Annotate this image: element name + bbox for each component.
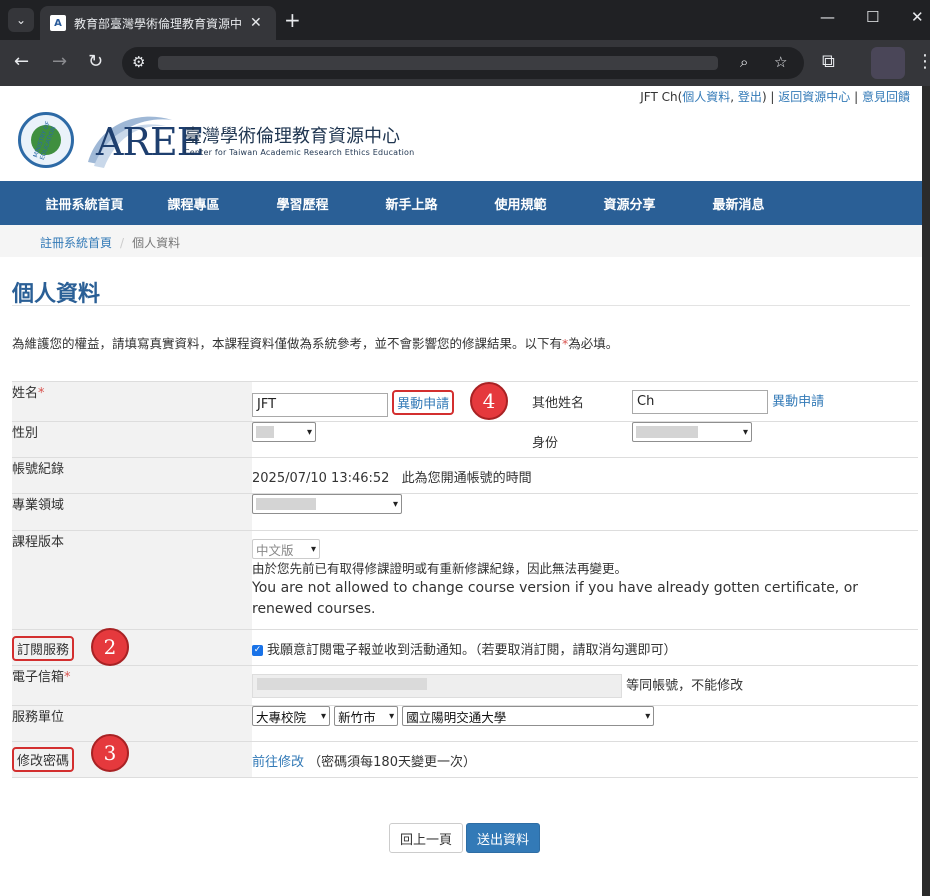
user-name: JFT Ch( xyxy=(640,90,683,104)
browser-toolbar: ← → ↻ ⚙ ⌕ ☆ ⧉ ⋮ xyxy=(0,40,930,86)
account-log-label: 帳號紀錄 xyxy=(12,457,252,494)
breadcrumb-current: 個人資料 xyxy=(132,236,181,250)
identity-select[interactable]: ▾ xyxy=(632,422,752,442)
nav-item-rules[interactable]: 使用規範 xyxy=(466,194,575,213)
url-text xyxy=(158,56,718,70)
new-tab-button[interactable]: + xyxy=(284,8,301,32)
maximize-button[interactable]: ☐ xyxy=(866,8,879,26)
nav-item-news[interactable]: 最新消息 xyxy=(684,194,793,213)
address-bar[interactable]: ⚙ ⌕ ☆ xyxy=(122,47,804,79)
close-window-button[interactable]: ✕ xyxy=(911,8,924,26)
scrollbar[interactable] xyxy=(922,86,930,896)
back-arrow-icon[interactable]: ← xyxy=(14,51,29,72)
email-note: 等同帳號，不能修改 xyxy=(626,678,744,694)
subscribe-label: 訂閱服務 xyxy=(12,636,75,661)
unit-name-select[interactable]: 國立陽明交通大學 ▾ xyxy=(402,706,655,726)
back-button[interactable]: 回上一頁 xyxy=(389,823,463,853)
web-page: JFT Ch(個人資料, 登出) | 返回資源中心 | 意見回饋 MINISTR… xyxy=(0,86,922,896)
course-version-note-en: You are not allowed to change course ver… xyxy=(252,580,859,617)
title-divider xyxy=(12,305,910,306)
close-tab-icon[interactable]: ✕ xyxy=(250,15,262,31)
extensions-icon[interactable]: ⧉ xyxy=(822,51,835,72)
profile-avatar[interactable] xyxy=(871,47,905,79)
gender-select[interactable]: ▾ xyxy=(252,422,316,442)
identity-label: 身份 xyxy=(532,421,632,458)
annotation-badge-2: 2 xyxy=(91,628,129,666)
email-label: 電子信箱* xyxy=(12,665,252,706)
favicon-icon: A xyxy=(50,15,66,31)
course-version-note-zh: 由於您先前已有取得修課證明或有重新修課紀錄，因此無法再變更。 xyxy=(252,561,628,576)
password-note: （密碼須每180天變更一次） xyxy=(308,755,476,770)
chevron-down-icon: ▾ xyxy=(306,426,312,438)
password-label: 修改密碼 xyxy=(12,747,75,772)
breadcrumb-home[interactable]: 註冊系統首頁 xyxy=(40,236,112,250)
reload-icon[interactable]: ↻ xyxy=(88,51,103,72)
nav-item-home[interactable]: 註冊系統首頁 xyxy=(30,194,139,213)
chevron-down-icon: ▾ xyxy=(392,498,398,510)
forward-arrow-icon[interactable]: → xyxy=(52,51,67,72)
nav-item-resources[interactable]: 資源分享 xyxy=(575,194,684,213)
name-label: 姓名* xyxy=(12,381,252,422)
subscribe-text: 我願意訂閱電子報並收到活動通知。（若要取消訂閱，請取消勾選即可） xyxy=(267,643,677,658)
change-request-highlight: 異動申請 xyxy=(392,390,455,415)
chevron-down-icon: ⌄ xyxy=(15,13,27,27)
submit-button[interactable]: 送出資料 xyxy=(466,823,540,853)
user-bar: JFT Ch(個人資料, 登出) | 返回資源中心 | 意見回饋 xyxy=(640,90,910,104)
back-to-resource-link[interactable]: 返回資源中心 xyxy=(778,90,850,104)
intro-text: 為維護您的權益，請填寫真實資料，本課程資料僅做為系統參考，並不會影響您的修課結果… xyxy=(12,336,619,351)
minimize-button[interactable]: — xyxy=(820,8,835,26)
unit-type-select[interactable]: 大專校院 ▾ xyxy=(252,706,330,726)
nav-item-courses[interactable]: 課程專區 xyxy=(139,194,248,213)
page-title: 個人資料 xyxy=(12,282,101,307)
course-version-select: 中文版 ▾ xyxy=(252,539,320,559)
more-menu-icon[interactable]: ⋮ xyxy=(916,51,930,72)
tab-strip: ⌄ A 教育部臺灣學術倫理教育資源中 ✕ + — ☐ ✕ xyxy=(0,0,930,40)
annotation-badge-3: 3 xyxy=(91,734,129,772)
email-input xyxy=(252,674,622,698)
course-version-label: 課程版本 xyxy=(12,530,252,630)
field-label: 專業領域 xyxy=(12,493,252,531)
unit-city-select[interactable]: 新竹市 ▾ xyxy=(334,706,399,726)
chevron-down-icon: ▾ xyxy=(742,426,748,438)
subscribe-checkbox[interactable]: ✓ xyxy=(252,645,263,656)
nav-item-beginner[interactable]: 新手上路 xyxy=(357,194,466,213)
moe-seal-icon: MINISTRY OF EDUCATION xyxy=(18,112,74,168)
account-log-note: 此為您開通帳號的時間 xyxy=(401,471,532,486)
main-navigation: 註冊系統首頁 課程專區 學習歷程 新手上路 使用規範 資源分享 最新消息 xyxy=(0,181,922,225)
chevron-down-icon: ▾ xyxy=(645,710,651,722)
other-name-input[interactable]: Ch xyxy=(632,390,768,414)
site-subtitle: Center for Taiwan Academic Research Ethi… xyxy=(184,148,415,157)
other-name-change-request-link[interactable]: 異動申請 xyxy=(772,395,824,410)
breadcrumb: 註冊系統首頁 / 個人資料 xyxy=(0,225,922,257)
tab-title: 教育部臺灣學術倫理教育資源中 xyxy=(74,16,243,31)
browser-window: ⌄ A 教育部臺灣學術倫理教育資源中 ✕ + — ☐ ✕ ← → ↻ ⚙ ⌕ ☆… xyxy=(0,0,930,896)
nav-item-history[interactable]: 學習歷程 xyxy=(248,194,357,213)
bookmark-star-icon[interactable]: ☆ xyxy=(774,53,787,71)
name-change-request-link[interactable]: 異動申請 xyxy=(397,397,449,412)
chevron-down-icon: ▾ xyxy=(310,543,316,555)
tab-search-button[interactable]: ⌄ xyxy=(8,8,34,32)
change-password-link[interactable]: 前往修改 xyxy=(252,755,304,770)
annotation-badge-4: 4 xyxy=(470,382,508,420)
profile-form: 姓名* JFT 異動申請 其他姓名 Ch 異動申請 性別 ▾ 身份 ▾ 帳號紀錄 xyxy=(12,381,918,778)
chevron-down-icon: ▾ xyxy=(389,710,395,722)
field-select[interactable]: ▾ xyxy=(252,494,402,514)
site-info-icon[interactable]: ⚙ xyxy=(132,53,145,71)
active-tab[interactable]: A 教育部臺灣學術倫理教育資源中 ✕ xyxy=(40,6,276,40)
chevron-down-icon: ▾ xyxy=(320,710,326,722)
profile-link[interactable]: 個人資料 xyxy=(682,90,730,104)
zoom-icon[interactable]: ⌕ xyxy=(740,53,748,71)
account-log-value: 2025/07/10 13:46:52 xyxy=(252,471,390,486)
logout-link[interactable]: 登出 xyxy=(738,90,762,104)
unit-label: 服務單位 xyxy=(12,705,252,742)
other-name-label: 其他姓名 xyxy=(532,381,632,422)
site-title: 臺灣學術倫理教育資源中心 xyxy=(184,126,400,147)
gender-label: 性別 xyxy=(12,421,252,458)
site-logo[interactable]: MINISTRY OF EDUCATION AREE 臺灣學術倫理教育資源中心 … xyxy=(18,112,418,172)
name-input[interactable]: JFT xyxy=(252,392,388,417)
feedback-link[interactable]: 意見回饋 xyxy=(862,90,910,104)
